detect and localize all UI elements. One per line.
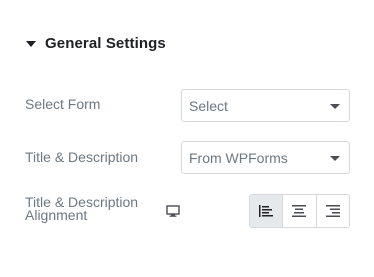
align-right-button[interactable] [316, 195, 349, 227]
align-left-icon [259, 205, 274, 217]
title-description-value: From WPForms [189, 149, 288, 166]
desktop-monitor-icon[interactable] [166, 205, 180, 217]
settings-panel: General Settings Select Form Select Titl… [0, 0, 374, 277]
select-form-label: Select Form [25, 96, 101, 112]
align-left-button[interactable] [250, 195, 284, 227]
align-right-icon [325, 205, 340, 217]
align-center-icon [292, 205, 307, 217]
title-description-dropdown[interactable]: From WPForms [181, 141, 350, 174]
general-settings-toggle[interactable]: General Settings [26, 35, 166, 52]
alignment-label-line2: Alignment [25, 207, 88, 223]
chevron-down-icon [330, 104, 340, 109]
chevron-down-icon [330, 156, 340, 161]
align-center-button[interactable] [283, 195, 317, 227]
alignment-label: Title & Description Alignment [25, 195, 138, 223]
select-form-value: Select [189, 97, 228, 114]
title-description-label: Title & Description [25, 149, 139, 165]
caret-down-icon [26, 40, 36, 47]
alignment-button-group [249, 194, 350, 228]
select-form-dropdown[interactable]: Select [181, 89, 350, 122]
section-title: General Settings [45, 35, 166, 52]
